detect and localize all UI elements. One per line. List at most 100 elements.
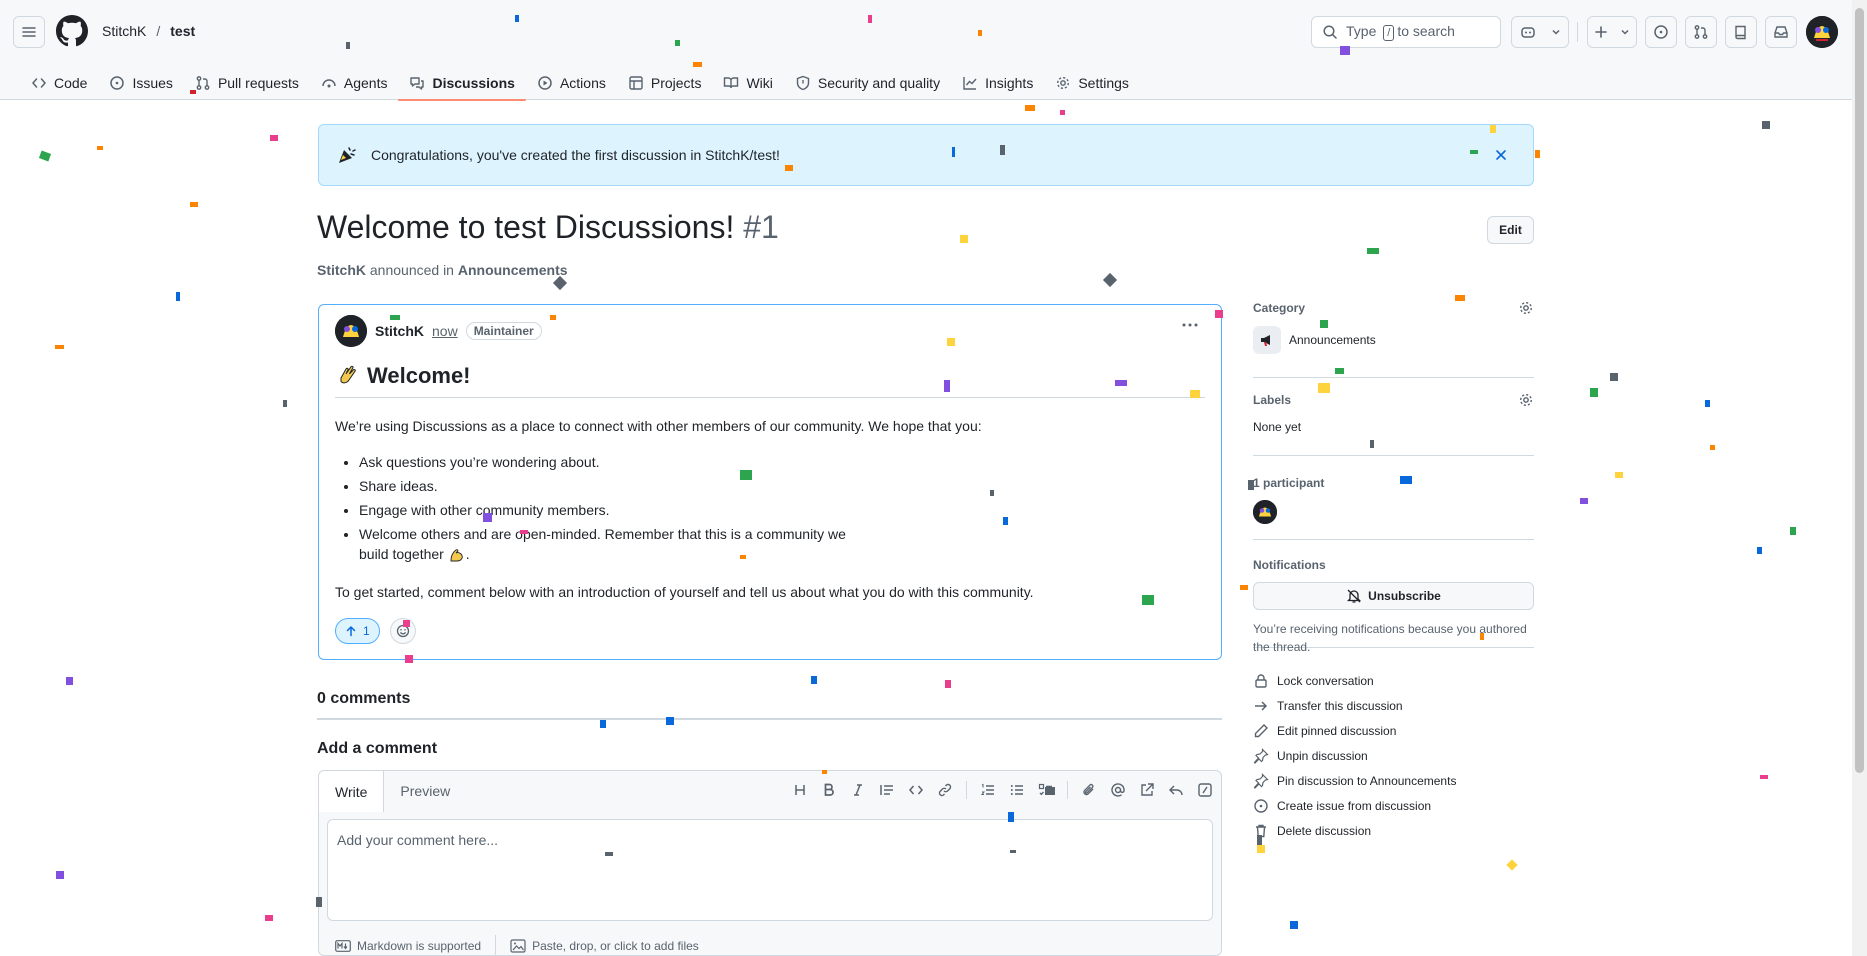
tab-label: Settings [1078,75,1129,91]
labels-section: Labels None yet [1253,378,1534,456]
tab-projects[interactable]: Projects [617,66,713,100]
action-label: Create issue from discussion [1277,798,1432,813]
formatting-toolbar [792,781,1213,799]
editor-tabs: Write Preview [319,771,466,812]
tab-label: Actions [559,75,606,91]
edit-button[interactable]: Edit [1487,216,1534,244]
bell-slash-icon [1346,588,1362,604]
search-icon [1322,24,1338,40]
chevron-down-icon[interactable] [1551,27,1561,37]
github-logo-icon[interactable] [56,15,88,50]
post-body: Welcome! We’re using Discussions as a pl… [335,363,1205,602]
slash-command-icon[interactable] [1197,782,1213,798]
pull-request-icon [195,75,211,91]
upvote-button[interactable]: 1 [335,618,380,644]
attach-files[interactable]: Paste, drop, or click to add files [510,939,699,953]
scrollbar-thumb[interactable] [1855,8,1864,773]
post-author[interactable]: StitchK [375,323,424,339]
comment-editor: Write Preview Add your comment here... M… [318,770,1222,956]
unpin-discussion-action[interactable]: Unpin discussion [1253,743,1534,768]
breadcrumb-owner[interactable]: StitchK [102,23,146,39]
category-header: Category [1253,300,1534,316]
tab-label: Code [54,75,88,91]
create-issue-action[interactable]: Create issue from discussion [1253,793,1534,818]
ordered-list-icon[interactable] [980,782,996,798]
tab-agents[interactable]: Agents [310,66,399,100]
repositories-button[interactable] [1725,16,1757,48]
bold-icon[interactable] [821,782,837,798]
reply-icon[interactable] [1168,782,1184,798]
action-label: Edit pinned discussion [1277,723,1397,738]
tab-insights[interactable]: Insights [951,66,1044,100]
code-icon[interactable] [908,782,924,798]
markdown-link[interactable]: Markdown is supported [335,939,481,953]
gear-icon[interactable] [1518,392,1534,408]
action-label: Delete discussion [1277,823,1372,838]
copilot-button[interactable] [1511,16,1569,48]
unordered-list-icon[interactable] [1009,782,1025,798]
category-item[interactable]: Announcements [1253,326,1534,354]
congrats-banner: Congratulations, you've created the firs… [318,124,1534,186]
tab-settings[interactable]: Settings [1044,66,1140,100]
tab-discussions[interactable]: Discussions [398,66,527,101]
tab-security[interactable]: Security and quality [784,66,951,100]
tab-label: Pull requests [217,75,299,91]
edit-pinned-action[interactable]: Edit pinned discussion [1253,718,1534,743]
search-input[interactable]: Type / to search [1311,16,1501,48]
gear-icon[interactable] [1518,300,1534,316]
link-icon[interactable] [937,782,953,798]
repo-nav: Code Issues Pull requests Agents Discuss… [20,66,1140,101]
breadcrumb-repo[interactable]: test [170,23,195,39]
list-item: Ask questions you’re wondering about. [359,452,855,472]
tab-issues[interactable]: Issues [98,66,183,100]
unsubscribe-button[interactable]: Unsubscribe [1253,582,1534,610]
comment-textarea[interactable]: Add your comment here... [327,819,1213,921]
avatar[interactable] [335,315,367,347]
kebab-menu-icon[interactable] [1181,317,1199,333]
arrow-up-icon [345,625,357,637]
lock-conversation-action[interactable]: Lock conversation [1253,668,1534,693]
pull-request-icon [1693,24,1709,40]
inbox-button[interactable] [1765,16,1797,48]
menu-button[interactable] [13,16,45,48]
pin-icon [1253,747,1269,764]
post-timestamp[interactable]: now [432,323,458,339]
quote-icon[interactable] [879,782,895,798]
transfer-discussion-action[interactable]: Transfer this discussion [1253,693,1534,718]
tab-preview[interactable]: Preview [384,771,466,811]
cross-reference-icon[interactable] [1139,782,1155,798]
category-label: Category [1253,301,1306,315]
flexed-biceps-icon [448,546,466,564]
add-reaction-button[interactable] [389,618,416,644]
pull-requests-button[interactable] [1685,16,1717,48]
create-new-button[interactable] [1587,16,1637,48]
tab-pull-requests[interactable]: Pull requests [184,66,310,100]
author-link[interactable]: StitchK [317,262,366,278]
delete-discussion-action[interactable]: Delete discussion [1253,818,1534,843]
mention-icon[interactable] [1110,782,1126,798]
paperclip-icon[interactable] [1081,782,1097,798]
heading-icon[interactable] [792,782,808,798]
task-list-icon[interactable] [1038,782,1054,798]
tab-wiki[interactable]: Wiki [712,66,783,100]
breadcrumb: StitchK / test [102,23,195,39]
tab-label: Insights [985,75,1034,91]
smiley-icon [396,624,410,638]
scrollbar[interactable] [1852,0,1867,956]
tab-label: Agents [343,75,388,91]
tab-write[interactable]: Write [319,771,385,812]
action-label: Lock conversation [1277,673,1374,688]
add-comment-heading: Add a comment [317,740,438,757]
italic-icon[interactable] [850,782,866,798]
issues-button[interactable] [1645,16,1677,48]
avatar[interactable] [1253,500,1277,524]
tab-code[interactable]: Code [20,66,98,100]
pin-to-category-action[interactable]: Pin discussion to Announcements [1253,768,1534,793]
user-avatar[interactable] [1806,16,1838,48]
inbox-icon [1773,24,1789,40]
close-icon[interactable] [1493,147,1509,163]
discussion-meta: StitchK announced in Announcements [317,262,568,278]
tab-actions[interactable]: Actions [526,66,617,100]
chevron-down-icon [1620,27,1630,37]
category-link[interactable]: Announcements [458,262,568,278]
